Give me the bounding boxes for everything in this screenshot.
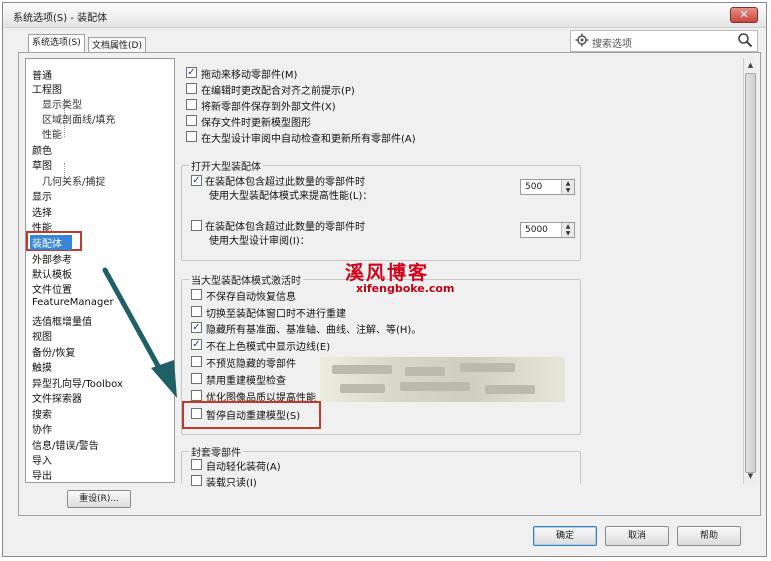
scroll-down-icon[interactable]: ▼ — [744, 469, 757, 483]
tree-item-messages-errors-warnings[interactable]: 信息/错误/警告 — [32, 437, 99, 452]
tree-item-sketch[interactable]: 草图 — [32, 157, 52, 172]
checkbox-auto-lightweight[interactable] — [191, 459, 202, 470]
scroll-thumb[interactable] — [745, 73, 756, 473]
help-button[interactable]: 帮助 — [677, 526, 741, 546]
watermark-title: 溪风博客 — [345, 262, 430, 284]
blurred-overlay — [320, 357, 565, 402]
ok-button[interactable]: 确定 — [533, 526, 597, 546]
checkbox-large-design-review-update[interactable] — [186, 131, 197, 142]
window-title: 系统选项(S) - 装配体 — [13, 13, 108, 24]
options-scrollbar[interactable]: ▲ ▼ — [743, 58, 757, 484]
tree-item-display[interactable]: 显示 — [32, 188, 52, 203]
search-box[interactable]: 搜索选项 — [570, 30, 758, 52]
checkbox-hide-planes-axes[interactable]: ✓ — [191, 322, 202, 333]
search-placeholder: 搜索选项 — [592, 39, 632, 50]
group-open-large-assemblies-title: 打开大型装配体 — [189, 158, 263, 173]
highlight-suspend-auto-rebuild — [182, 401, 321, 429]
large-design-review-line1: 在装配体包含超过此数量的零部件时 — [205, 222, 365, 233]
tree-item-file-locations[interactable]: 文件位置 — [32, 281, 72, 296]
tab-document-properties[interactable]: 文档属性(D) — [88, 37, 146, 53]
tree-item-touch[interactable]: 触摸 — [32, 359, 52, 374]
tree-item-area-hatch[interactable]: 区域剖面线/填充 — [42, 111, 115, 126]
checkbox-update-graphics[interactable] — [186, 115, 197, 126]
tree-item-assemblies-selected[interactable]: 装配体 — [26, 231, 82, 251]
watermark-url: xifengboke.com — [356, 282, 455, 295]
tree-item-assemblies-label: 装配体 — [30, 235, 72, 250]
tree-item-spin-box-increments[interactable]: 选值框增量值 — [32, 313, 92, 328]
tree-item-export[interactable]: 导出 — [32, 467, 52, 482]
tree-item-backup-recover[interactable]: 备份/恢复 — [32, 344, 75, 359]
no-autorecover-label: 不保存自动恢复信息 — [206, 292, 296, 303]
checkbox-prompt-mate-alignment[interactable] — [186, 83, 197, 94]
tree-item-view[interactable]: 视图 — [32, 328, 52, 343]
large-design-review-threshold-spinner[interactable]: 5000 ▲ ▼ — [520, 222, 575, 238]
no-rebuild-on-switch-label: 切换至装配体窗口时不进行重建 — [206, 309, 346, 320]
title-bar: 系统选项(S) - 装配体 ✕ — [3, 3, 766, 28]
tree-item-search[interactable]: 搜索 — [32, 406, 52, 421]
checkbox-no-preview-hidden[interactable] — [191, 356, 202, 367]
search-icon[interactable] — [737, 32, 753, 48]
large-assembly-threshold-value: 500 — [525, 182, 543, 192]
tree-item-selection[interactable]: 选择 — [32, 204, 52, 219]
close-button[interactable]: ✕ — [730, 7, 758, 23]
cancel-button[interactable]: 取消 — [605, 526, 669, 546]
annotation-arrow-icon — [102, 267, 177, 398]
gear-icon — [575, 33, 589, 47]
tree-item-general[interactable]: 普通 — [32, 67, 52, 82]
checkbox-no-rebuild-on-switch[interactable] — [191, 306, 202, 317]
tree-item-drawing-performance[interactable]: 性能 — [42, 126, 62, 141]
tree-item-display-type[interactable]: 显示类型 — [42, 96, 82, 111]
tree-item-relations-snaps[interactable]: 几何关系/捕捉 — [42, 173, 105, 188]
no-edges-shaded-label: 不在上色模式中显示边线(E) — [206, 342, 331, 353]
tree-item-external-references[interactable]: 外部参考 — [32, 251, 72, 266]
option-prompt-mate-alignment-label: 在编辑时更改配合对齐之前提示(P) — [201, 86, 355, 97]
no-preview-hidden-label: 不预览隐藏的零部件 — [206, 359, 296, 370]
checkbox-large-assembly-mode[interactable]: ✓ — [191, 175, 202, 186]
group-large-assembly-mode-title: 当大型装配体模式激活时 — [189, 272, 303, 287]
large-assembly-mode-line1: 在装配体包含超过此数量的零部件时 — [205, 177, 365, 188]
disable-verification-label: 禁用重建模型检查 — [206, 376, 286, 387]
tree-item-file-explorer[interactable]: 文件探索器 — [32, 390, 82, 405]
large-assembly-threshold-spinner[interactable]: 500 ▲ ▼ — [520, 179, 575, 195]
tree-item-colors[interactable]: 颜色 — [32, 142, 52, 157]
checkbox-large-design-review[interactable] — [191, 220, 202, 231]
checkbox-disable-verification[interactable] — [191, 373, 202, 384]
group-envelope-title: 封套零部件 — [189, 444, 243, 459]
checkbox-load-readonly[interactable] — [191, 475, 202, 486]
tree-item-drawings[interactable]: 工程图 — [32, 81, 62, 96]
checkbox-optimize-image-quality[interactable] — [191, 390, 202, 401]
spinner-arrows-icon[interactable]: ▲ ▼ — [561, 180, 574, 194]
option-update-graphics-label: 保存文件时更新模型图形 — [201, 118, 311, 129]
checkbox-no-autorecover[interactable] — [191, 289, 202, 300]
tree-item-default-templates[interactable]: 默认模板 — [32, 266, 72, 281]
option-large-design-review-update-label: 在大型设计审阅中自动检查和更新所有零部件(A) — [201, 134, 416, 145]
option-drag-move-label: 拖动来移动零部件(M) — [201, 70, 298, 81]
auto-lightweight-label: 自动轻化装荷(A) — [206, 462, 281, 473]
large-design-review-line2: 使用大型设计审阅(I)： — [209, 236, 310, 247]
spinner-arrows-icon[interactable]: ▲ ▼ — [561, 223, 574, 237]
reset-button[interactable]: 重设(R)... — [67, 490, 131, 508]
checkbox-drag-move[interactable]: ✓ — [186, 67, 197, 78]
option-save-external-label: 将新零部件保存到外部文件(X) — [201, 102, 336, 113]
tree-item-import[interactable]: 导入 — [32, 452, 52, 467]
hide-planes-axes-label: 隐藏所有基准面、基准轴、曲线、注解、等(H)。 — [206, 325, 422, 336]
tab-system-options[interactable]: 系统选项(S) — [28, 34, 85, 53]
checkbox-save-external[interactable] — [186, 99, 197, 110]
checkbox-no-edges-shaded[interactable]: ✓ — [191, 339, 202, 350]
tree-item-collaboration[interactable]: 协作 — [32, 421, 52, 436]
scroll-up-icon[interactable]: ▲ — [744, 58, 757, 72]
large-assembly-mode-line2: 使用大型装配体模式来提高性能(L)： — [209, 191, 373, 202]
load-readonly-label: 装载只读(I) — [206, 478, 257, 489]
large-design-review-threshold-value: 5000 — [525, 225, 548, 235]
